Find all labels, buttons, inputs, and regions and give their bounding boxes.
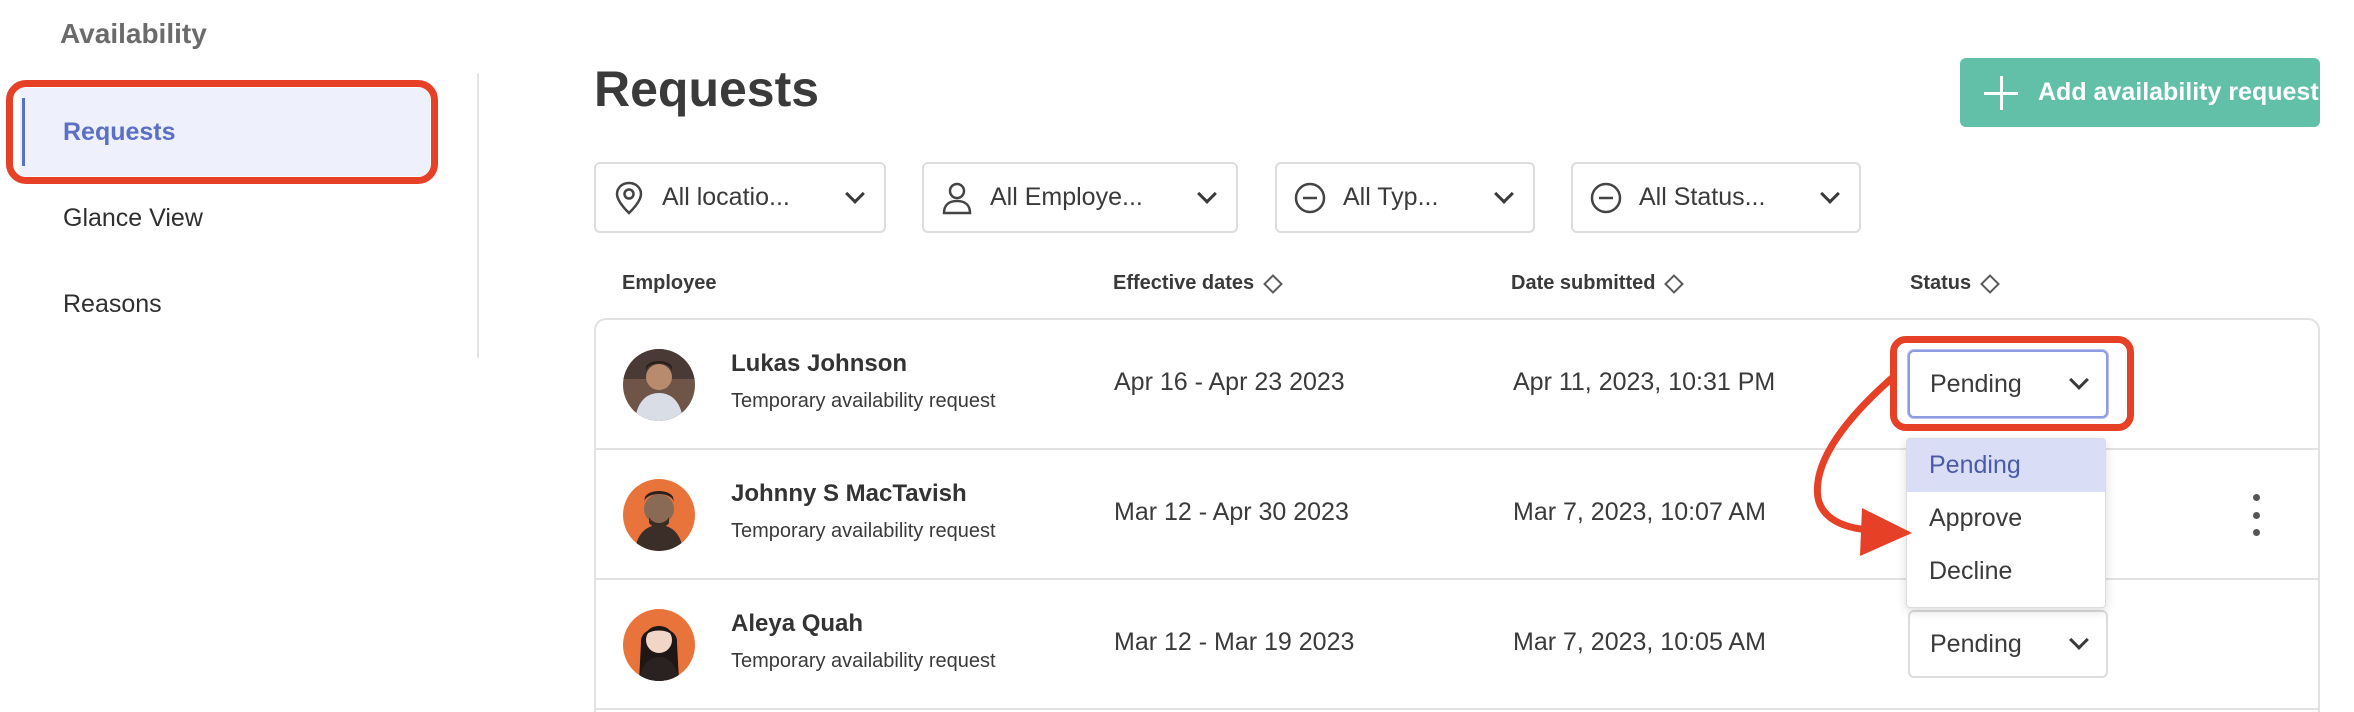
request-type: Temporary availability request	[731, 390, 996, 412]
sidebar-item-requests[interactable]: Requests	[20, 88, 430, 176]
sidebar-title: Availability	[60, 18, 207, 49]
sidebar-item-label: Glance View	[63, 203, 203, 232]
date-submitted: Mar 7, 2023, 10:05 AM	[1513, 628, 1766, 656]
sidebar-divider	[477, 73, 479, 358]
filter-label: All Status...	[1639, 183, 1766, 211]
avatar	[623, 479, 695, 551]
employee-name: Lukas Johnson	[731, 350, 908, 377]
column-header-date-submitted[interactable]: Date submitted	[1511, 272, 1685, 295]
sort-icon[interactable]	[1263, 273, 1284, 294]
plus-icon	[1984, 75, 2018, 110]
effective-dates: Mar 12 - Apr 30 2023	[1114, 498, 1349, 526]
more-options-icon[interactable]	[2251, 494, 2261, 536]
location-filter[interactable]: All locatio...	[594, 162, 886, 233]
employee-name: Aleya Quah	[731, 610, 864, 637]
page-title: Requests	[594, 61, 820, 117]
sidebar-item-label: Requests	[63, 117, 176, 146]
chevron-down-icon	[845, 183, 865, 204]
avatar	[623, 609, 695, 681]
employee-name: Johnny S MacTavish	[731, 480, 967, 507]
filter-label: All Employe...	[990, 183, 1143, 211]
person-icon	[940, 181, 974, 215]
add-availability-request-button[interactable]: Add availability request	[1960, 58, 2320, 127]
date-submitted: Apr 11, 2023, 10:31 PM	[1513, 368, 1776, 396]
minus-circle-icon	[1293, 181, 1327, 215]
sort-icon[interactable]	[1664, 273, 1685, 294]
annotation-arrow-icon	[1813, 374, 1912, 556]
column-header-status[interactable]: Status	[1910, 272, 2001, 295]
status-select[interactable]: Pending	[1908, 610, 2108, 678]
chevron-down-icon	[1820, 183, 1840, 204]
chevron-down-icon	[2069, 630, 2089, 650]
avatar	[623, 349, 695, 421]
request-type: Temporary availability request	[731, 650, 996, 672]
request-type: Temporary availability request	[731, 520, 996, 542]
status-value: Pending	[1930, 629, 2022, 658]
filter-label: All Typ...	[1343, 183, 1439, 211]
filter-label: All locatio...	[662, 183, 790, 211]
date-submitted: Mar 7, 2023, 10:07 AM	[1513, 498, 1766, 526]
location-pin-icon	[612, 181, 646, 215]
chevron-down-icon	[1197, 183, 1217, 204]
minus-circle-icon	[1589, 181, 1623, 215]
chevron-down-icon	[1494, 183, 1514, 204]
chevron-down-icon	[2069, 370, 2089, 390]
column-header-effective-dates[interactable]: Effective dates	[1113, 272, 1284, 295]
sidebar-item-reasons[interactable]: Reasons	[20, 260, 430, 348]
employee-filter[interactable]: All Employe...	[922, 162, 1238, 233]
effective-dates: Mar 12 - Mar 19 2023	[1114, 628, 1355, 656]
add-button-label: Add availability request	[2038, 78, 2319, 106]
type-filter[interactable]: All Typ...	[1275, 162, 1535, 233]
status-filter[interactable]: All Status...	[1571, 162, 1861, 233]
column-header-employee: Employee	[622, 272, 717, 294]
sort-icon[interactable]	[1980, 273, 2001, 294]
sidebar-item-glance-view[interactable]: Glance View	[20, 174, 430, 262]
effective-dates: Apr 16 - Apr 23 2023	[1114, 368, 1345, 396]
table-row[interactable]: Lukas Johnson Temporary availability req…	[596, 320, 2318, 450]
sidebar-item-label: Reasons	[63, 289, 162, 318]
